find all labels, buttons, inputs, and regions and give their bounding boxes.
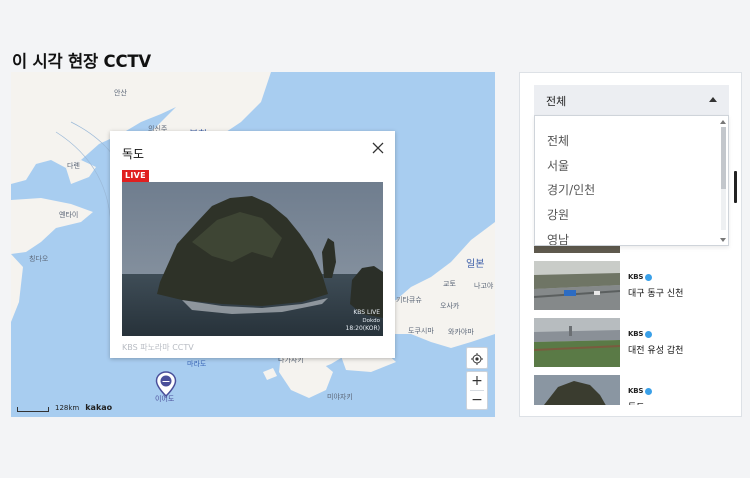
locate-button[interactable]: [466, 347, 488, 369]
page-title: 이 시각 현장 CCTV: [12, 52, 151, 71]
map-label-osaka: 오사카: [440, 302, 460, 310]
list-item[interactable]: KBS 대구 동구 신천: [534, 261, 729, 311]
cctv-thumbnail: [534, 318, 620, 367]
map-label-marado: 마라도: [187, 360, 207, 368]
scroll-thumb[interactable]: [721, 127, 726, 189]
panel-scroll-thumb[interactable]: [734, 171, 737, 203]
region-dropdown: 전체 서울 경기/인천 강원 영남: [534, 115, 729, 246]
map-label-nagoya: 나고야: [474, 282, 494, 290]
map-scale: 128km kakao: [17, 403, 112, 412]
region-select[interactable]: 전체: [534, 85, 729, 115]
cctv-video[interactable]: KBS LIVE Dokdo 18:20(KOR): [122, 182, 383, 336]
cctv-list-panel: 전체 KBS 대구 동구 신천 KBS 대전 유성 갑천 KBS 전체 서울 경…: [519, 72, 742, 417]
close-icon[interactable]: [371, 141, 385, 155]
map-label-miyazaki: 미야자키: [327, 393, 353, 401]
scale-bar: [17, 407, 49, 412]
map-label-yantai: 옌타이: [59, 211, 79, 219]
region-option-gyeonggi-incheon[interactable]: 경기/인천: [547, 181, 595, 198]
list-item[interactable]: KBS 독도: [534, 375, 729, 405]
list-item[interactable]: KBS 대전 유성 갑천: [534, 318, 729, 368]
video-overlay-time: 18:20(KOR): [346, 325, 380, 332]
crosshair-icon: [471, 352, 483, 365]
region-option-all[interactable]: 전체: [547, 132, 569, 149]
zoom-control: + −: [466, 371, 488, 410]
map-label-iodo: 이어도: [155, 395, 175, 403]
map-label-ansan: 안산: [114, 89, 127, 97]
live-badge: LIVE: [122, 170, 149, 182]
video-overlay-brand: KBS LIVE: [353, 309, 380, 316]
region-option-yeongnam[interactable]: 영남: [547, 231, 569, 245]
video-overlay-place: Dokdo: [362, 318, 380, 324]
kakao-logo: kakao: [85, 403, 113, 412]
region-option-seoul[interactable]: 서울: [547, 157, 569, 174]
dropdown-scrollbar[interactable]: [719, 117, 727, 244]
map-label-qingdao: 칭다오: [29, 255, 49, 263]
map-label-japan: 일본: [466, 259, 485, 270]
video-caption: KBS 파노라마 CCTV: [122, 343, 194, 352]
caret-up-icon: [709, 97, 717, 102]
dokdo-video-frame: KBS LIVE Dokdo 18:20(KOR): [122, 182, 383, 336]
panel-scrollbar[interactable]: [734, 113, 739, 413]
scroll-down-icon[interactable]: [720, 238, 726, 242]
region-option-gangwon[interactable]: 강원: [547, 206, 569, 223]
zoom-out-button[interactable]: −: [467, 391, 487, 409]
cctv-name: 독도: [628, 400, 645, 405]
cctv-thumbnail: [534, 261, 620, 310]
scroll-up-icon[interactable]: [720, 120, 726, 124]
region-select-value: 전체: [546, 95, 567, 108]
cctv-popup: 독도 LIVE KBS LIVE Dokdo 18:20(KOR) KBS 파노…: [110, 131, 395, 358]
map-label-tokushima: 도쿠시마: [408, 327, 434, 335]
map-label-kitakyushu: 키타큐슈: [396, 296, 422, 304]
kbs-logo: KBS: [628, 273, 653, 281]
popup-title: 독도: [122, 147, 145, 161]
cctv-name: 대구 동구 신천: [628, 289, 684, 299]
kbs-logo: KBS: [628, 330, 653, 338]
cctv-thumbnail: [534, 375, 620, 405]
scale-text: 128km: [55, 404, 80, 412]
cctv-name: 대전 유성 갑천: [628, 346, 684, 356]
map-label-dalian: 다롄: [67, 162, 80, 170]
kbs-logo: KBS: [628, 387, 653, 395]
zoom-in-button[interactable]: +: [467, 372, 487, 390]
map-label-wakayama: 와카야마: [448, 328, 474, 336]
map-label-kyoto: 교토: [443, 280, 456, 288]
